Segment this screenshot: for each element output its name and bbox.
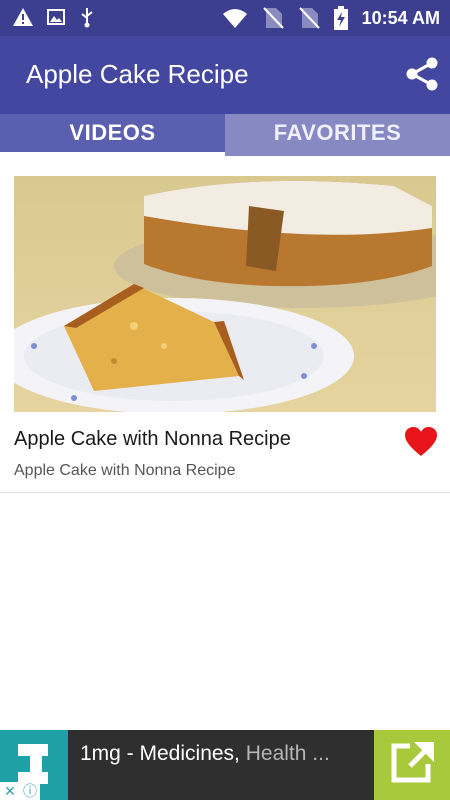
ad-choices: ✕ ⓘ xyxy=(0,782,40,800)
video-subtitle: Apple Cake with Nonna Recipe xyxy=(14,462,236,479)
app-bar: Apple Cake Recipe xyxy=(0,36,450,114)
video-title: Apple Cake with Nonna Recipe xyxy=(14,428,291,450)
tab-videos[interactable]: VIDEOS xyxy=(0,114,225,156)
no-sim-icon xyxy=(262,7,284,29)
app-title: Apple Cake Recipe xyxy=(26,59,249,89)
tab-favorites[interactable]: FAVORITES xyxy=(225,114,450,156)
close-icon[interactable]: ✕ xyxy=(0,782,20,800)
share-icon[interactable] xyxy=(404,56,440,92)
ad-text: 1mg - Medicines, Health ... xyxy=(80,740,330,768)
favorite-heart-icon[interactable] xyxy=(404,426,438,458)
alert-icon xyxy=(13,8,33,26)
battery-charging-icon xyxy=(333,6,348,30)
ad-text-fade: Health ... xyxy=(245,742,330,765)
status-bar: 10:54 AM xyxy=(0,0,450,36)
image-icon xyxy=(47,9,65,25)
wifi-icon xyxy=(222,9,247,28)
usb-icon xyxy=(81,8,93,28)
video-thumbnail[interactable] xyxy=(14,176,436,412)
no-sim-icon xyxy=(298,7,320,29)
tab-bar: VIDEOS FAVORITES xyxy=(0,114,450,156)
info-icon[interactable]: ⓘ xyxy=(20,782,40,800)
status-time: 10:54 AM xyxy=(361,8,440,28)
video-list-item[interactable]: Apple Cake with Nonna Recipe Apple Cake … xyxy=(0,156,450,493)
open-external-icon xyxy=(391,740,434,783)
ad-banner[interactable]: 1mg - Medicines, Health ... ✕ ⓘ xyxy=(0,730,450,800)
ad-text-main: 1mg - Medicines, xyxy=(80,742,246,765)
tab-favorites-label: FAVORITES xyxy=(273,120,402,145)
ad-open-button[interactable] xyxy=(374,730,450,800)
tab-videos-label: VIDEOS xyxy=(69,120,156,145)
